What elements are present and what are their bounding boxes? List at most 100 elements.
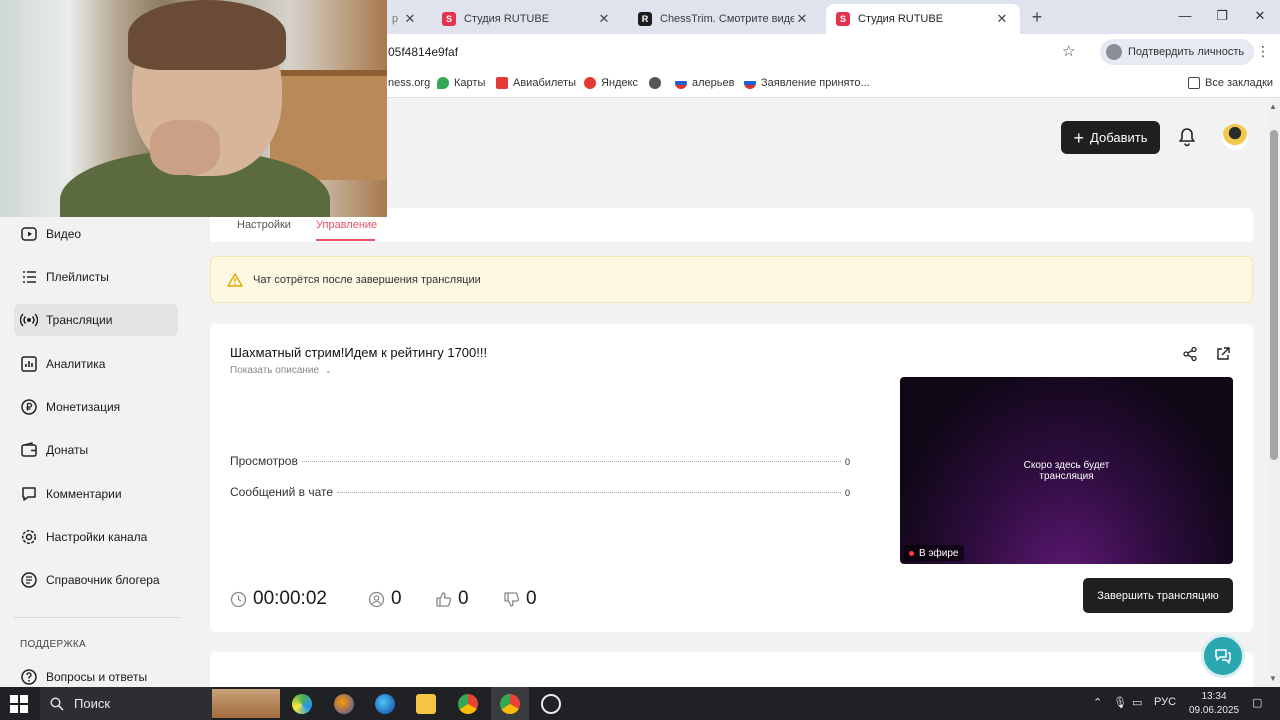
stat-views: Просмотров 0 [230,454,850,468]
sidebar-item-playlists[interactable]: Плейлисты [14,261,178,293]
bookmark-yandex[interactable]: Яндекс [584,77,638,89]
thumbs-up-icon [436,591,452,607]
help-icon [21,669,37,685]
webcam-overlay [0,0,387,217]
tab-management[interactable]: Управление [316,219,377,231]
analytics-icon [21,356,37,372]
windows-start-icon[interactable] [10,695,28,713]
minimize-icon[interactable]: — [1177,8,1193,23]
edge-icon[interactable] [375,694,395,714]
globe-icon [649,77,661,89]
chrome-icon[interactable] [458,694,478,714]
avatar[interactable] [1222,124,1248,150]
folder-icon [1188,77,1200,89]
battery-icon[interactable]: ▭ [1132,696,1142,709]
all-bookmarks[interactable]: Все закладки [1188,77,1273,89]
bell-icon[interactable] [1178,127,1196,152]
tray-chevron-icon[interactable]: ⌃ [1093,696,1102,709]
support-chat-button[interactable] [1201,634,1245,678]
taskbar-clock[interactable]: 13:34 09.06.2025 [1186,690,1242,718]
stat-label: Сообщений в чате [230,485,334,499]
taskbar-app-icon[interactable] [292,694,312,714]
yandex-icon [584,77,596,89]
microphone-icon[interactable]: 🎙 [1113,696,1127,709]
sidebar-item-label: Монетизация [46,400,121,414]
browser-tab-partial[interactable]: р ✕ [388,4,422,34]
verify-identity-label: Подтвердить личность [1128,46,1245,58]
url-text[interactable]: 05f4814e9faf [388,45,458,59]
sidebar-item-label: Настройки канала [46,530,148,544]
stat-label: Просмотров [230,454,298,468]
close-icon[interactable]: ✕ [402,11,418,27]
gosuslugi-icon [744,77,756,89]
gosuslugi-icon [675,77,687,89]
taskbar-search[interactable]: Поиск [40,687,212,720]
sidebar-item-label: Видео [46,227,82,241]
close-icon[interactable]: ✕ [794,11,810,27]
tab-settings[interactable]: Настройки [237,219,291,231]
stream-title: Шахматный стрим!Идем к рейтингу 1700!!! [230,345,488,360]
show-description-toggle[interactable]: Показать описание ⌄ [230,365,332,376]
sidebar-item-donations[interactable]: Донаты [14,434,178,466]
browser-tab-rutube-active[interactable]: S Студия RUTUBE ✕ [826,4,1020,34]
scroll-down-icon[interactable]: ▼ [1269,674,1277,683]
close-icon[interactable]: ✕ [596,11,612,27]
language-indicator[interactable]: РУС [1154,696,1176,708]
sidebar-item-video[interactable]: Видео [14,218,178,250]
open-external-icon[interactable] [1215,346,1231,367]
browser-menu-icon[interactable]: ⋮ [1256,43,1270,60]
rutube-favicon-icon: S [836,12,850,26]
sidebar-item-label: Справочник блогера [46,573,160,587]
close-icon[interactable]: ✕ [994,11,1010,27]
bookmark-label: алерьев [692,77,735,89]
maximize-icon[interactable]: ❐ [1214,8,1230,24]
chrome-active-icon[interactable] [500,694,520,714]
file-explorer-icon[interactable] [416,694,436,714]
list-icon [23,271,36,283]
tab-label: Студия RUTUBE [464,13,550,25]
video-player-preview[interactable]: Скоро здесь будет трансляция В эфире [900,377,1233,564]
active-tab-underline [316,239,375,241]
sidebar-item-label: Плейлисты [46,270,109,284]
sidebar-item-channel-settings[interactable]: Настройки канала [14,521,178,553]
bookmark-globe[interactable] [649,77,661,89]
show-description-label: Показать описание [230,365,320,376]
bookmark-avia[interactable]: Авиабилеты [496,77,576,89]
window-close-icon[interactable]: ✕ [1252,8,1268,24]
sidebar-item-broadcasts[interactable]: Трансляции [14,304,178,336]
sidebar-item-comments[interactable]: Комментарии [14,478,178,510]
sidebar-item-analytics[interactable]: Аналитика [14,348,178,380]
obs-icon[interactable] [541,694,561,714]
bookmark-gosuslugi-2[interactable]: Заявление принято... [744,77,870,89]
sidebar-item-monetization[interactable]: Монетизация [14,391,178,423]
verify-identity-button[interactable]: Подтвердить личность [1100,39,1255,65]
taskbar-widget-thumbnail[interactable] [212,689,280,718]
avia-icon [496,77,508,89]
firefox-icon[interactable] [334,694,354,714]
plus-icon: + [1073,127,1085,148]
live-badge: В эфире [904,545,964,561]
search-icon [50,696,64,711]
player-text-line2: трансляция [1039,471,1094,482]
bookmark-maps[interactable]: Карты [437,77,485,89]
live-badge-label: В эфире [919,547,959,559]
bookmark-star-icon[interactable]: ☆ [1062,42,1075,60]
page-scrollbar-thumb[interactable] [1270,130,1278,460]
rutube-favicon-icon: S [442,12,456,26]
clock-time: 13:34 [1201,691,1227,702]
notifications-icon[interactable]: ▢ [1252,696,1262,709]
bookmark-gosuslugi-1[interactable]: алерьев [675,77,734,89]
browser-tab-rutube-1[interactable]: S Студия RUTUBE ✕ [432,4,622,34]
new-tab-icon[interactable]: + [1028,7,1046,28]
bookmark-chess[interactable]: ness.org [388,77,430,89]
share-icon[interactable] [1182,346,1198,367]
scroll-up-icon[interactable]: ▲ [1269,102,1277,111]
browser-tab-chesstrim[interactable]: R ChessTrim. Смотрите видео он ✕ [628,4,820,34]
sidebar-item-blogger-guide[interactable]: Справочник блогера [14,564,178,596]
end-broadcast-button[interactable]: Завершить трансляцию [1083,578,1233,613]
profile-icon [1106,44,1122,60]
dislikes-value: 0 [526,588,537,609]
metric-dislikes: 0 [503,588,537,610]
add-button[interactable]: + Добавить [1061,121,1160,154]
thumbs-down-icon [504,591,520,607]
